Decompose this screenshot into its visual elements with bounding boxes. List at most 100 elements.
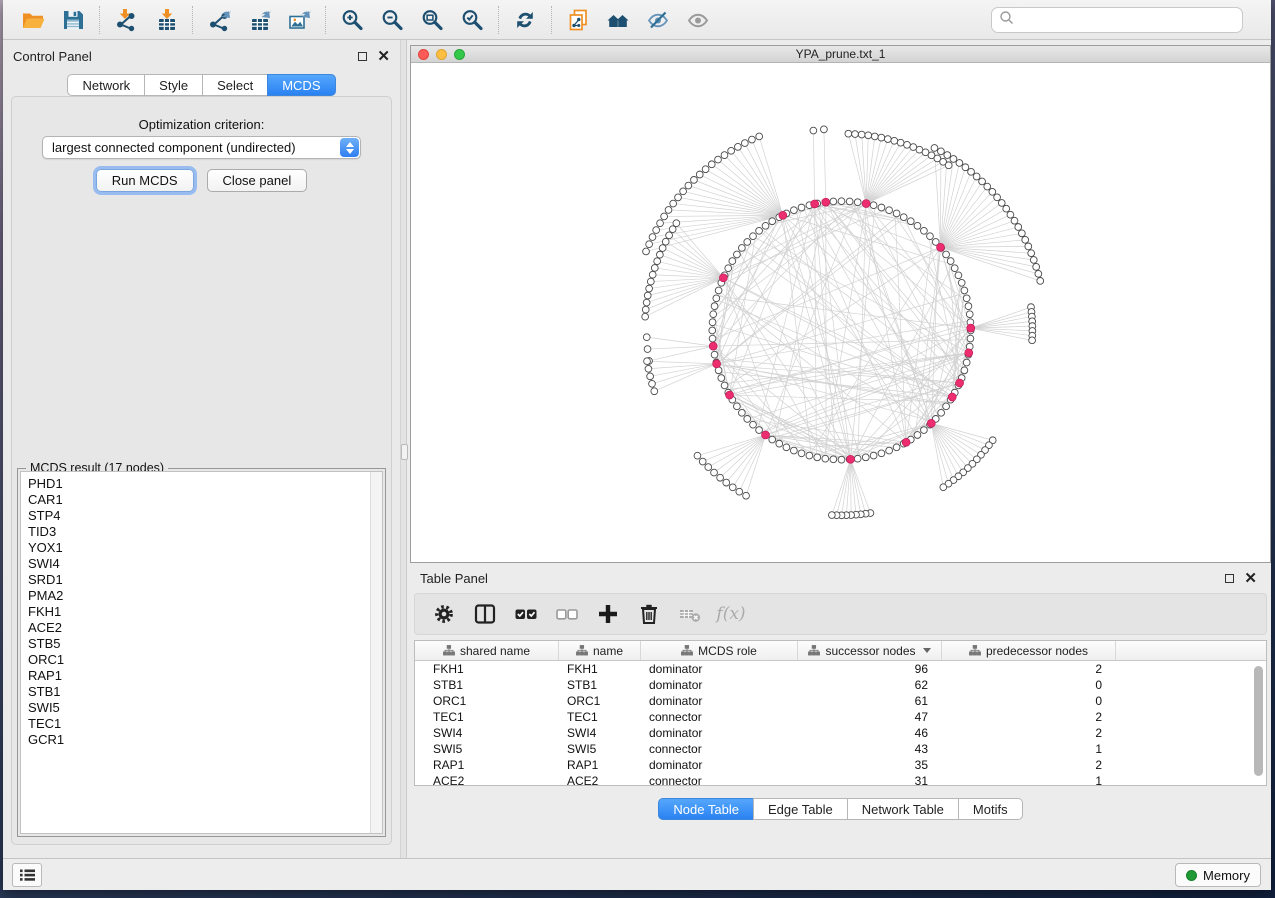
task-history-button[interactable] [12,863,42,887]
cell-successor_nodes: 35 [798,757,942,773]
refresh-button[interactable] [505,4,545,36]
cell-shared_name: STB1 [415,677,559,693]
export-table-button[interactable] [239,4,279,36]
table-row-ACE2[interactable]: ACE2ACE2connector311 [415,773,1266,786]
cell-successor_nodes: 43 [798,741,942,757]
select-all-button[interactable] [513,601,539,627]
mcds-result-item[interactable]: STB5 [28,636,382,652]
table-row-ORC1[interactable]: ORC1ORC1dominator610 [415,693,1266,709]
memory-button[interactable]: Memory [1175,863,1261,887]
tab-node-table[interactable]: Node Table [658,798,754,820]
tab-style[interactable]: Style [144,74,203,96]
open-file-button[interactable] [13,4,53,36]
tab-network[interactable]: Network [67,74,145,96]
close-panel-button[interactable]: Close panel [207,169,308,192]
network-window-titlebar[interactable]: YPA_prune.txt_1 [411,46,1270,63]
mcds-result-item[interactable]: RAP1 [28,668,382,684]
toggle-panel-button[interactable] [472,601,498,627]
table-scrollbar[interactable] [1254,666,1263,776]
mcds-result-item[interactable]: GCR1 [28,732,382,748]
mcds-result-item[interactable]: ACE2 [28,620,382,636]
tab-motifs[interactable]: Motifs [958,798,1023,820]
add-column-button[interactable] [595,601,621,627]
tab-mcds[interactable]: MCDS [267,74,335,96]
mcds-result-item[interactable]: CAR1 [28,492,382,508]
close-table-panel-icon[interactable]: ✕ [1244,574,1257,583]
cell-mcds_role: dominator [641,661,798,677]
table-panel-title: Table Panel [420,571,488,586]
mcds-result-list[interactable]: PHD1CAR1STP4TID3YOX1SWI4SRD1PMA2FKH1ACE2… [20,471,383,834]
close-panel-icon[interactable]: ✕ [377,52,390,61]
copy-network-button[interactable] [558,4,598,36]
control-panel-title: Control Panel [13,49,92,64]
toolbar-separator [325,6,326,34]
column-header-successor-nodes[interactable]: successor nodes [798,641,942,660]
mcds-result-item[interactable]: TEC1 [28,716,382,732]
mcds-result-item[interactable]: FKH1 [28,604,382,620]
mcds-list-scrollbar[interactable] [370,472,382,833]
cell-successor_nodes: 47 [798,709,942,725]
search-input[interactable] [1018,13,1242,28]
column-header-shared-name[interactable]: shared name [415,641,559,660]
zoom-selected-button[interactable] [452,4,492,36]
cell-shared_name: FKH1 [415,661,559,677]
table-row-RAP1[interactable]: RAP1RAP1dominator352 [415,757,1266,773]
zoom-in-icon [340,8,364,32]
cell-name: STB1 [559,677,641,693]
mcds-result-item[interactable]: ORC1 [28,652,382,668]
deselect-all-button[interactable] [554,601,580,627]
mcds-result-item[interactable]: YOX1 [28,540,382,556]
import-network-button[interactable] [106,4,146,36]
search-field[interactable] [991,7,1243,33]
import-table-button[interactable] [146,4,186,36]
mcds-result-item[interactable]: STB1 [28,684,382,700]
optimization-criterion-dropdown[interactable]: largest connected component (undirected) [42,136,361,159]
zoom-in-button[interactable] [332,4,372,36]
table-panel: Table Panel ✕ f(x) shared namenameMCDS r… [410,563,1271,858]
status-bar: Memory [3,858,1271,890]
network-graph[interactable] [411,63,1270,562]
mcds-result-item[interactable]: SRD1 [28,572,382,588]
cell-successor_nodes: 61 [798,693,942,709]
column-header-name[interactable]: name [559,641,641,660]
export-network-button[interactable] [199,4,239,36]
hide-selected-button[interactable] [638,4,678,36]
column-header-MCDS-role[interactable]: MCDS role [641,641,798,660]
table-settings-button[interactable] [431,601,457,627]
zoom-fit-button[interactable] [412,4,452,36]
function-builder-icon: f(x) [716,604,745,624]
column-header-predecessor-nodes[interactable]: predecessor nodes [942,641,1116,660]
copy-network-icon [566,8,590,32]
first-neighbors-button[interactable] [598,4,638,36]
toolbar-separator [551,6,552,34]
deselect-all-icon [555,602,579,626]
mcds-result-item[interactable]: SWI4 [28,556,382,572]
mcds-result-item[interactable]: PHD1 [28,476,382,492]
mcds-result-item[interactable]: PMA2 [28,588,382,604]
zoom-out-button[interactable] [372,4,412,36]
show-all-button[interactable] [678,4,718,36]
delete-columns-button[interactable] [636,601,662,627]
save-session-button[interactable] [53,4,93,36]
table-row-TEC1[interactable]: TEC1TEC1connector472 [415,709,1266,725]
panel-splitter[interactable] [400,40,407,858]
shared-column-icon [969,645,981,656]
tab-select[interactable]: Select [202,74,268,96]
mcds-result-item[interactable]: SWI5 [28,700,382,716]
save-session-icon [61,8,85,32]
application-window: Control Panel ✕ NetworkStyleSelectMCDS O… [3,0,1271,890]
mcds-result-item[interactable]: TID3 [28,524,382,540]
export-image-button[interactable] [279,4,319,36]
refresh-icon [513,8,537,32]
mcds-result-item[interactable]: STP4 [28,508,382,524]
table-row-STB1[interactable]: STB1STB1dominator620 [415,677,1266,693]
tab-edge-table[interactable]: Edge Table [753,798,848,820]
network-canvas[interactable] [411,63,1270,562]
float-panel-icon[interactable] [358,52,367,61]
float-table-panel-icon[interactable] [1225,574,1234,583]
table-row-SWI4[interactable]: SWI4SWI4dominator462 [415,725,1266,741]
table-row-SWI5[interactable]: SWI5SWI5connector431 [415,741,1266,757]
run-mcds-button[interactable]: Run MCDS [96,169,194,192]
tab-network-table[interactable]: Network Table [847,798,959,820]
table-row-FKH1[interactable]: FKH1FKH1dominator962 [415,661,1266,677]
